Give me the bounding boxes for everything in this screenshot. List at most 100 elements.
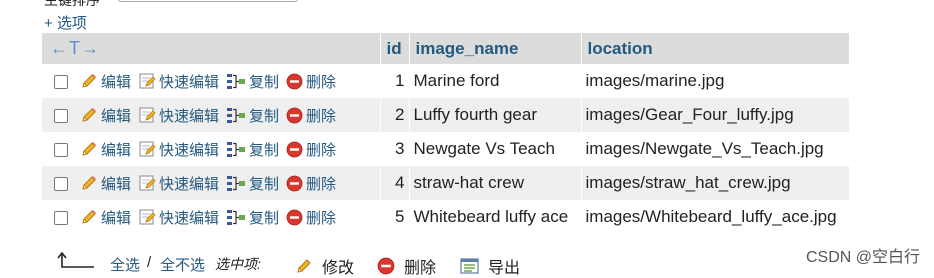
cell-image-name: Whitebeard luffy ace xyxy=(409,200,582,234)
cell-location: images/Whitebeard_luffy_ace.jpg xyxy=(581,200,850,234)
cell-id: 5 xyxy=(380,200,410,234)
quick-edit-icon xyxy=(139,107,156,123)
cell-id: 4 xyxy=(380,166,410,200)
quick-edit-button[interactable]: 快速编辑 xyxy=(138,207,219,228)
row-controls: 编辑 快速编辑 复制 删除 xyxy=(42,132,381,166)
cell-image-name: Marine ford xyxy=(409,64,582,98)
cell-location: images/Gear_Four_luffy.jpg xyxy=(581,98,850,132)
pencil-icon xyxy=(82,142,96,156)
export-icon xyxy=(460,258,479,274)
bulk-actions-bar: 全选 / 全不选 选中项: 修改 删除 导出 xyxy=(56,250,756,277)
quick-edit-button[interactable]: 快速编辑 xyxy=(138,139,219,160)
copy-icon xyxy=(227,210,246,225)
copy-button[interactable]: 复制 xyxy=(226,71,279,92)
quick-edit-icon xyxy=(139,73,156,89)
row-checkbox[interactable] xyxy=(54,142,68,157)
delete-button[interactable]: 删除 xyxy=(286,173,336,194)
table-row: 编辑 快速编辑 xyxy=(42,200,850,234)
cell-id: 2 xyxy=(380,98,410,132)
delete-icon xyxy=(286,107,303,123)
copy-button[interactable]: 复制 xyxy=(226,173,279,194)
quick-edit-label: 快速编辑 xyxy=(159,175,220,193)
pencil-icon xyxy=(82,74,96,88)
delete-icon xyxy=(286,175,303,191)
copy-button[interactable]: 复制 xyxy=(226,139,279,160)
column-header-id[interactable]: id xyxy=(380,33,410,64)
quick-edit-label: 快速编辑 xyxy=(159,73,220,91)
copy-label: 复制 xyxy=(249,141,280,159)
copy-icon xyxy=(227,142,246,157)
row-controls: 编辑 快速编辑 复制 删除 xyxy=(42,64,381,98)
quick-edit-button[interactable]: 快速编辑 xyxy=(138,71,219,92)
delete-button[interactable]: 删除 xyxy=(286,139,336,160)
delete-icon xyxy=(286,141,303,157)
quick-edit-label: 快速编辑 xyxy=(159,107,220,125)
quick-edit-icon xyxy=(139,141,156,157)
delete-label: 删除 xyxy=(306,141,337,159)
sort-select[interactable]: 无 xyxy=(118,0,298,2)
deselect-all-link[interactable]: 全不选 xyxy=(160,254,205,275)
cell-id: 1 xyxy=(380,64,410,98)
pencil-icon xyxy=(82,176,96,190)
copy-icon xyxy=(227,74,246,89)
options-link[interactable]: + 选项 xyxy=(44,12,87,33)
quick-edit-button[interactable]: 快速编辑 xyxy=(138,105,219,126)
delete-button[interactable]: 删除 xyxy=(286,71,336,92)
with-selected-label: 选中项: xyxy=(215,256,261,272)
cell-location: images/marine.jpg xyxy=(581,64,850,98)
cell-location: images/straw_hat_crew.jpg xyxy=(581,166,850,200)
row-checkbox[interactable] xyxy=(54,74,68,89)
copy-label: 复制 xyxy=(249,73,280,91)
table-row: 编辑 快速编辑 xyxy=(42,64,850,98)
column-arrows[interactable]: ←T→ xyxy=(42,33,381,64)
row-checkbox[interactable] xyxy=(54,108,68,123)
delete-button[interactable]: 删除 xyxy=(286,207,336,228)
edit-button[interactable]: 编辑 xyxy=(80,207,131,228)
header-row: ←T→ id image_name location xyxy=(42,33,850,64)
row-controls: 编辑 快速编辑 复制 删除 xyxy=(42,166,381,200)
row-controls: 编辑 快速编辑 复制 删除 xyxy=(42,98,381,132)
quick-edit-icon xyxy=(139,209,156,225)
row-controls: 编辑 快速编辑 复制 删除 xyxy=(42,200,381,234)
edit-button[interactable]: 编辑 xyxy=(80,173,131,194)
delete-icon xyxy=(286,209,303,225)
row-checkbox[interactable] xyxy=(54,210,68,225)
cell-image-name: Luffy fourth gear xyxy=(409,98,582,132)
results-table: ←T→ id image_name location 编辑 快速编辑 复制 删除… xyxy=(42,33,850,234)
copy-button[interactable]: 复制 xyxy=(226,207,279,228)
bulk-delete-button[interactable]: 删除 xyxy=(376,254,436,278)
edit-button[interactable]: 编辑 xyxy=(80,105,131,126)
edit-label: 编辑 xyxy=(101,209,132,227)
quick-edit-label: 快速编辑 xyxy=(159,141,220,159)
delete-icon xyxy=(377,257,395,275)
select-all-link[interactable]: 全选 xyxy=(110,254,140,275)
delete-label: 删除 xyxy=(306,107,337,125)
edit-label: 编辑 xyxy=(101,141,132,159)
watermark: CSDN @空白行 xyxy=(805,249,920,266)
delete-label: 删除 xyxy=(306,175,337,193)
sort-label: 主键排序 xyxy=(44,0,100,8)
edit-label: 编辑 xyxy=(101,73,132,91)
column-header-image-name[interactable]: image_name xyxy=(409,33,582,64)
delete-button[interactable]: 删除 xyxy=(286,105,336,126)
quick-edit-icon xyxy=(139,175,156,191)
delete-label: 删除 xyxy=(306,209,337,227)
quick-edit-button[interactable]: 快速编辑 xyxy=(138,173,219,194)
row-checkbox[interactable] xyxy=(54,176,68,191)
cell-location: images/Newgate_Vs_Teach.jpg xyxy=(581,132,850,166)
edit-button[interactable]: 编辑 xyxy=(80,139,131,160)
edit-label: 编辑 xyxy=(101,175,132,193)
bulk-modify-button[interactable]: 修改 xyxy=(294,254,354,278)
edit-button[interactable]: 编辑 xyxy=(80,71,131,92)
copy-button[interactable]: 复制 xyxy=(226,105,279,126)
arrow-ltr-icon xyxy=(57,251,94,268)
pencil-icon xyxy=(82,108,96,122)
bulk-export-button[interactable]: 导出 xyxy=(460,254,520,278)
bulk-export-label: 导出 xyxy=(488,260,521,277)
sort-bar: 主键排序 无 xyxy=(0,0,320,10)
column-header-location[interactable]: location xyxy=(581,33,850,64)
table-row: 编辑 快速编辑 xyxy=(42,166,850,200)
cell-image-name: straw-hat crew xyxy=(409,166,582,200)
copy-label: 复制 xyxy=(249,175,280,193)
quick-edit-label: 快速编辑 xyxy=(159,209,220,227)
